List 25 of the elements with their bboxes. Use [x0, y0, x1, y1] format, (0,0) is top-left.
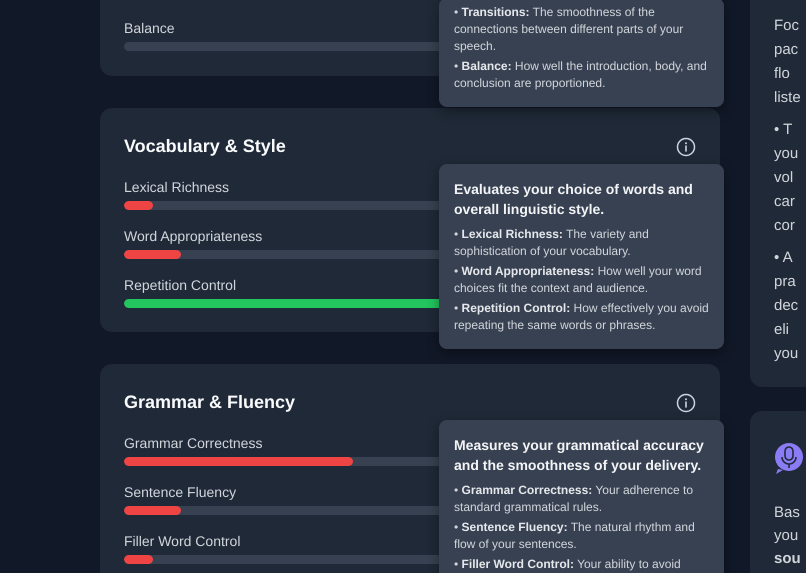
tooltip-heading: Evaluates your choice of words and overall linguistic style.	[454, 180, 694, 219]
tooltip-text: • Grammar Correctness: Your adherence to standard grammatical rules.	[454, 482, 694, 516]
tooltip-text: • Filler Word Control: Your ability to avoid	[454, 556, 682, 573]
tooltip-text: • Transitions: The smoothness of the connections between different parts of your speech.	[454, 4, 684, 55]
tip-text: Foc pac flo liste	[774, 16, 802, 108]
info-text: Bas you sou	[774, 503, 802, 569]
tooltip-text: • Sentence Fluency: The natural rhythm and flow of your sentences.	[454, 519, 696, 553]
tooltip-text: • Balance: How well the introduction, body, and conclusion are proportioned.	[454, 58, 708, 92]
tooltip-text: • Repetition Control: How effectively you avoid repeating the same words or phrases.	[454, 300, 709, 334]
tooltip-text: • Word Appropriateness: How well your word choices fit the context and audience.	[454, 263, 703, 297]
metric-label: Sentence Fluency	[124, 484, 236, 500]
metric-label: Balance	[124, 20, 175, 36]
tip-text: • A pra dec eli you	[774, 248, 800, 364]
metric-label: Grammar Correctness	[124, 435, 262, 451]
tip-text: • T you vol car cor	[774, 120, 800, 236]
info-icon[interactable]	[676, 136, 696, 156]
info-icon[interactable]	[676, 392, 696, 412]
metric-label: Repetition Control	[124, 277, 236, 293]
tooltip-text: • Lexical Richness: The variety and sophistication of your vocabulary.	[454, 226, 650, 260]
section-title: Grammar & Fluency	[124, 392, 296, 413]
tooltip-heading: Measures your grammatical accuracy and the smoothness of your delivery.	[454, 436, 705, 475]
metric-label: Lexical Richness	[124, 179, 230, 195]
section-title: Vocabulary & Style	[124, 136, 286, 157]
metric-label: Word Appropriateness	[124, 228, 262, 244]
metric-label: Filler Word Control	[124, 533, 240, 549]
